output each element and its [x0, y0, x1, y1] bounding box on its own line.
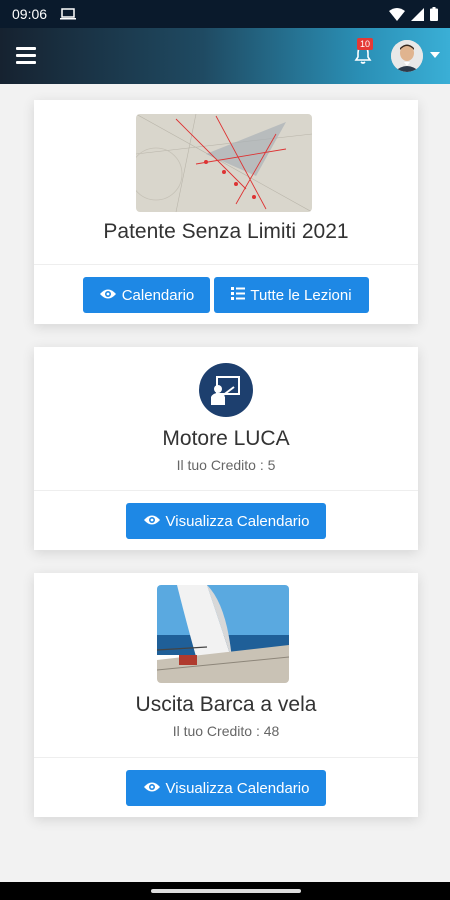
avatar[interactable]	[391, 40, 423, 72]
view-calendar-button-label: Visualizza Calendario	[165, 512, 310, 530]
system-navigation-bar	[0, 882, 450, 900]
eye-icon	[143, 513, 161, 530]
notification-badge: 10	[357, 38, 374, 50]
teacher-icon	[199, 363, 253, 417]
status-bar: 09:06	[0, 0, 450, 28]
credit-text: Il tuo Credito : 5	[176, 457, 276, 473]
battery-icon	[430, 7, 438, 26]
course-card: Uscita Barca a vela Il tuo Credito : 48 …	[34, 573, 418, 817]
signal-icon	[411, 7, 424, 26]
laptop-icon	[60, 7, 76, 25]
course-card: Motore LUCA Il tuo Credito : 5 Visualizz…	[34, 347, 418, 550]
card-title: Motore LUCA	[162, 427, 290, 450]
menu-icon[interactable]	[16, 47, 36, 65]
all-lessons-button-label: Tutte le Lezioni	[250, 286, 352, 304]
app-bar: 10	[0, 28, 450, 84]
card-title: Uscita Barca a vela	[135, 693, 317, 716]
credit-text: Il tuo Credito : 48	[172, 723, 280, 739]
card-footer: Visualizza Calendario	[34, 757, 418, 817]
chevron-down-icon[interactable]	[430, 52, 440, 58]
eye-icon	[99, 287, 117, 304]
card-title: Patente Senza Limiti 2021	[103, 220, 349, 243]
view-calendar-button-label: Visualizza Calendario	[165, 779, 310, 797]
sailboat-image	[157, 585, 289, 683]
card-footer: Visualizza Calendario	[34, 490, 418, 550]
view-calendar-button[interactable]: Visualizza Calendario	[126, 770, 326, 806]
all-lessons-button[interactable]: Tutte le Lezioni	[214, 277, 369, 313]
nautical-chart-image	[136, 114, 312, 212]
home-gesture-handle[interactable]	[151, 889, 301, 893]
status-time: 09:06	[12, 6, 48, 22]
view-calendar-button[interactable]: Visualizza Calendario	[126, 503, 326, 539]
card-footer: Calendario Tutte le Lezioni	[34, 264, 418, 324]
eye-icon	[143, 780, 161, 797]
calendar-button[interactable]: Calendario	[83, 277, 210, 313]
list-icon	[231, 286, 246, 304]
wifi-icon	[389, 7, 405, 26]
calendar-button-label: Calendario	[121, 286, 195, 304]
course-card: Patente Senza Limiti 2021 Calendario Tut…	[34, 100, 418, 324]
